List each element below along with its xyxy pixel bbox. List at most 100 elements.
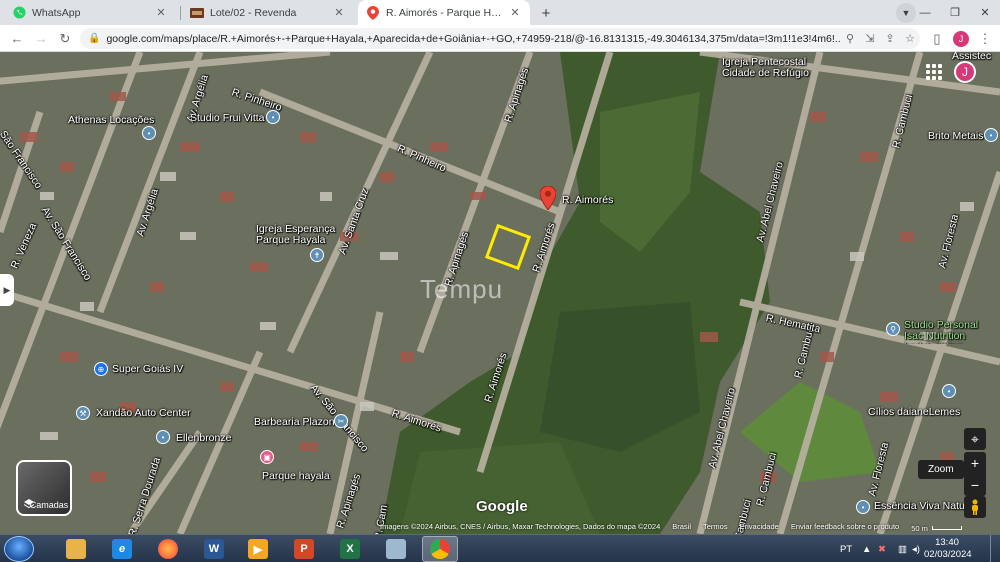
chevron-up-icon[interactable]: ▲: [862, 535, 871, 562]
site-icon: [190, 6, 204, 20]
internet-explorer-icon: e: [112, 539, 132, 559]
language-indicator[interactable]: PT: [840, 535, 852, 562]
profile-avatar[interactable]: J: [950, 28, 972, 49]
taskbar-internet-explorer[interactable]: e: [104, 536, 140, 562]
system-clock[interactable]: 13:40 02/03/2024: [924, 537, 972, 561]
place-label[interactable]: Igreja Pentecostal Cidade de Refúgio: [722, 57, 832, 79]
wrench-icon[interactable]: ⚒: [76, 406, 90, 420]
volume-icon[interactable]: ◂): [912, 535, 920, 562]
firefox-icon: [158, 539, 178, 559]
taskbar-chrome[interactable]: [422, 536, 458, 562]
taskbar-explorer[interactable]: [58, 536, 94, 562]
zoom-in-button[interactable]: +: [964, 452, 986, 474]
lock-icon[interactable]: 🔒: [88, 33, 100, 44]
sidebar-icon[interactable]: ▯: [926, 28, 948, 49]
google-apps-icon[interactable]: [926, 64, 942, 80]
close-icon[interactable]: ✕: [508, 6, 522, 19]
place-pin-icon[interactable]: •: [942, 384, 956, 398]
new-tab-button[interactable]: +: [536, 3, 556, 23]
close-window-icon[interactable]: ✕: [970, 0, 1000, 25]
tab-lote-revenda[interactable]: Lote/02 - Revenda ✕: [182, 0, 354, 25]
media-player-icon: ▶: [248, 539, 268, 559]
back-arrow-icon[interactable]: ←: [6, 28, 28, 49]
shopping-cart-icon[interactable]: ⊕: [94, 362, 108, 376]
location-pin-icon[interactable]: ⚲: [840, 32, 860, 45]
taskbar-excel[interactable]: X: [332, 536, 368, 562]
address-bar[interactable]: 🔒 google.com/maps/place/R.+Aimorés+-+Par…: [80, 28, 920, 49]
place-label[interactable]: Brito Metais: [928, 130, 983, 142]
close-icon[interactable]: ✕: [332, 6, 346, 19]
taskbar-firefox[interactable]: [150, 536, 186, 562]
menu-icon[interactable]: ⋮: [974, 28, 996, 49]
star-icon[interactable]: ☆: [900, 32, 920, 45]
place-label[interactable]: Essência Viva Natur: [874, 500, 968, 512]
scale-bar[interactable]: 50 m: [911, 522, 962, 534]
watermark: Tempu: [420, 274, 504, 304]
place-label[interactable]: Studio Personal Isac Nutrition bodybuild…: [904, 320, 1000, 344]
windows-taskbar: e W ▶ P X PT ▲ ✖ ▥ ◂) 13:40 02/03/2024: [0, 534, 1000, 562]
terms-link[interactable]: Termos: [703, 522, 728, 534]
my-location-icon[interactable]: ⌖: [964, 428, 986, 450]
network-icon[interactable]: ▥: [898, 535, 907, 562]
tab-whatsapp[interactable]: WhatsApp ✕: [4, 0, 176, 25]
map-attribution: Imagens ©2024 Airbus, CNES / Airbus, Max…: [380, 522, 1000, 534]
place-label[interactable]: Studio Frui Vitta: [190, 112, 265, 124]
restore-icon[interactable]: ❐: [940, 0, 970, 25]
expand-panel-button[interactable]: ▶: [0, 274, 14, 306]
browser-toolbar: ← → ↻ 🔒 google.com/maps/place/R.+Aimorés…: [0, 25, 1000, 52]
place-pin-icon[interactable]: •: [856, 500, 870, 514]
feedback-link[interactable]: Enviar feedback sobre o produto: [791, 522, 899, 534]
show-desktop-button[interactable]: [990, 535, 1000, 562]
country-link[interactable]: Brasil: [672, 522, 691, 534]
tab-label: Lote/02 - Revenda: [210, 6, 297, 19]
share-icon[interactable]: ⇪: [880, 32, 900, 45]
place-label[interactable]: Cílios daianeLemes: [868, 406, 960, 418]
shop-icon[interactable]: ▣: [260, 450, 274, 464]
place-pin-icon[interactable]: •: [156, 430, 170, 444]
profile-letter: J: [953, 30, 969, 47]
install-icon[interactable]: ⇲: [860, 32, 880, 45]
reload-icon[interactable]: ↻: [54, 28, 76, 49]
taskbar-powerpoint[interactable]: P: [286, 536, 322, 562]
place-label[interactable]: Super Goiás IV: [112, 363, 183, 375]
layers-button[interactable]: Camadas: [16, 460, 72, 516]
zoom-out-button[interactable]: −: [964, 474, 986, 496]
google-logo: Google: [476, 498, 528, 515]
network-warning-icon[interactable]: ✖: [878, 535, 886, 562]
place-label[interactable]: Parque hayala: [262, 470, 330, 482]
clock-time: 13:40: [935, 537, 959, 548]
excel-icon: X: [340, 539, 360, 559]
scissors-icon[interactable]: ✂: [334, 414, 348, 428]
place-label[interactable]: Xandão Auto Center: [96, 407, 191, 419]
satellite-map[interactable]: R. Aimorés R. Pinheiro R. Pinheiro Av. A…: [0, 52, 1000, 534]
taskbar-media-player[interactable]: ▶: [240, 536, 276, 562]
dumbbell-icon[interactable]: ⚲: [886, 322, 900, 336]
church-icon[interactable]: ✝: [310, 248, 324, 262]
start-button[interactable]: [4, 536, 34, 562]
pegman-icon[interactable]: [964, 496, 986, 518]
place-label[interactable]: Assistec: [952, 52, 991, 62]
place-pin-icon[interactable]: •: [266, 110, 280, 124]
place-label[interactable]: Athenas Locações: [68, 114, 154, 126]
folder-icon: [66, 539, 86, 559]
privacy-link[interactable]: Privacidade: [740, 522, 779, 534]
place-pin-icon[interactable]: •: [984, 128, 998, 142]
tab-separator: [180, 6, 181, 20]
tab-label: WhatsApp: [32, 6, 81, 19]
close-icon[interactable]: ✕: [154, 6, 168, 19]
forward-arrow-icon[interactable]: →: [30, 28, 52, 49]
tab-strip: WhatsApp ✕ Lote/02 - Revenda ✕ R. Aimoré…: [0, 0, 1000, 25]
whatsapp-icon: [12, 6, 26, 20]
account-avatar[interactable]: J: [954, 61, 976, 83]
place-label[interactable]: Ellenbronze: [176, 432, 231, 444]
place-label[interactable]: Barbearia Plazon: [254, 416, 335, 428]
place-label[interactable]: Igreja Esperança Parque Hayala: [256, 224, 336, 246]
place-pin-icon[interactable]: •: [142, 126, 156, 140]
imagery-credit: Imagens ©2024 Airbus, CNES / Airbus, Max…: [380, 522, 661, 531]
taskbar-calculator[interactable]: [378, 536, 414, 562]
taskbar-word[interactable]: W: [196, 536, 232, 562]
scale-label: 50 m: [911, 523, 928, 533]
tab-google-maps[interactable]: R. Aimorés - Parque Hayala - Goi ✕: [358, 0, 530, 25]
selected-location-pin-icon[interactable]: [539, 185, 557, 215]
minimize-icon[interactable]: —: [910, 0, 940, 25]
